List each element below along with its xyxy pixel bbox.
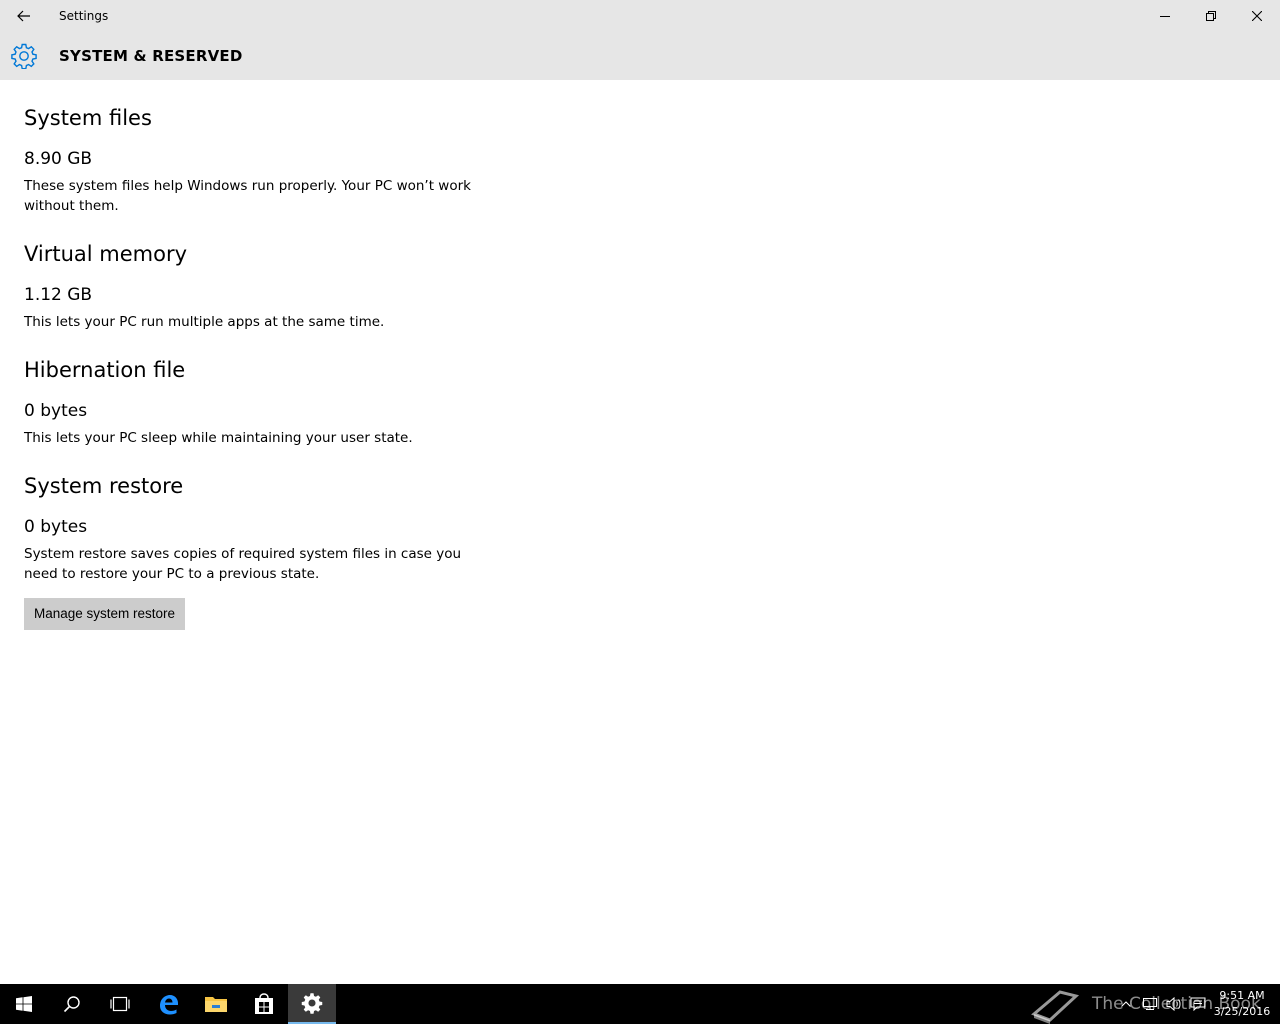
store-button[interactable] (240, 984, 288, 1024)
section-size: 1.12 GB (24, 285, 93, 305)
minimize-button[interactable] (1142, 0, 1188, 32)
clock-date: 3/25/2016 (1213, 1005, 1271, 1018)
taskbar-clock[interactable]: 9:51 AM 3/25/2016 (1210, 988, 1274, 1020)
section-size: 0 bytes (24, 401, 88, 421)
restore-icon (1206, 11, 1216, 21)
section-description: This lets your PC run multiple apps at t… (24, 314, 385, 330)
file-explorer-button[interactable] (192, 984, 240, 1024)
show-hidden-icons-button[interactable] (1114, 984, 1138, 1024)
system-tray: 9:51 AM 3/25/2016 (1114, 984, 1280, 1024)
show-hidden-icons-icon (1121, 1001, 1131, 1007)
system-restore-section: System restore 0 bytes System restore sa… (24, 472, 484, 630)
network-icon (1143, 998, 1157, 1010)
section-description: This lets your PC sleep while maintainin… (24, 430, 413, 446)
book-logo-icon (1031, 990, 1080, 1024)
file-explorer-icon (205, 997, 227, 1012)
start-icon (16, 996, 32, 1012)
close-button[interactable] (1234, 0, 1280, 32)
volume-button[interactable] (1162, 984, 1186, 1024)
search-button[interactable] (48, 984, 96, 1024)
settings-taskbar-button[interactable] (288, 984, 336, 1024)
back-button[interactable] (0, 0, 48, 32)
section-heading: System files (24, 106, 152, 130)
action-center-icon (1190, 997, 1206, 1011)
network-button[interactable] (1138, 984, 1162, 1024)
caption-buttons (1142, 0, 1280, 32)
page-title: SYSTEM & RESERVED (59, 47, 243, 65)
start-button[interactable] (0, 984, 48, 1024)
search-icon (63, 996, 80, 1013)
section-size: 0 bytes (24, 517, 88, 537)
task-view-icon (110, 996, 130, 1012)
system-files-section: System files 8.90 GB These system files … (24, 104, 484, 216)
section-heading: System restore (24, 474, 184, 498)
settings-icon (301, 993, 323, 1014)
title-bar: Settings (0, 0, 1280, 32)
section-description: System restore saves copies of required … (24, 546, 462, 582)
edge-icon (160, 995, 178, 1015)
section-description: These system files help Windows run prop… (24, 178, 471, 214)
action-center-button[interactable] (1186, 984, 1210, 1024)
gear-icon (11, 43, 37, 69)
storage-details: System files 8.90 GB These system files … (24, 80, 484, 630)
clock-time: 9:51 AM (1219, 989, 1265, 1002)
hibernation-file-section: Hibernation file 0 bytes This lets your … (24, 356, 484, 448)
manage-system-restore-button[interactable]: Manage system restore (24, 598, 186, 630)
back-arrow-icon (17, 10, 30, 22)
close-icon (1252, 11, 1262, 21)
edge-button[interactable] (144, 984, 192, 1024)
volume-icon (1166, 997, 1181, 1011)
minimize-icon (1160, 16, 1170, 17)
restore-button[interactable] (1188, 0, 1234, 32)
window-title: Settings (59, 9, 109, 23)
section-heading: Virtual memory (24, 242, 188, 266)
task-view-button[interactable] (96, 984, 144, 1024)
page-header: SYSTEM & RESERVED (0, 32, 1280, 80)
store-icon (255, 993, 273, 1014)
virtual-memory-section: Virtual memory 1.12 GB This lets your PC… (24, 240, 484, 332)
section-heading: Hibernation file (24, 358, 186, 382)
taskbar: The Collection Book 9:51 AM 3/25/2016 (0, 984, 1280, 1024)
section-size: 8.90 GB (24, 149, 93, 169)
